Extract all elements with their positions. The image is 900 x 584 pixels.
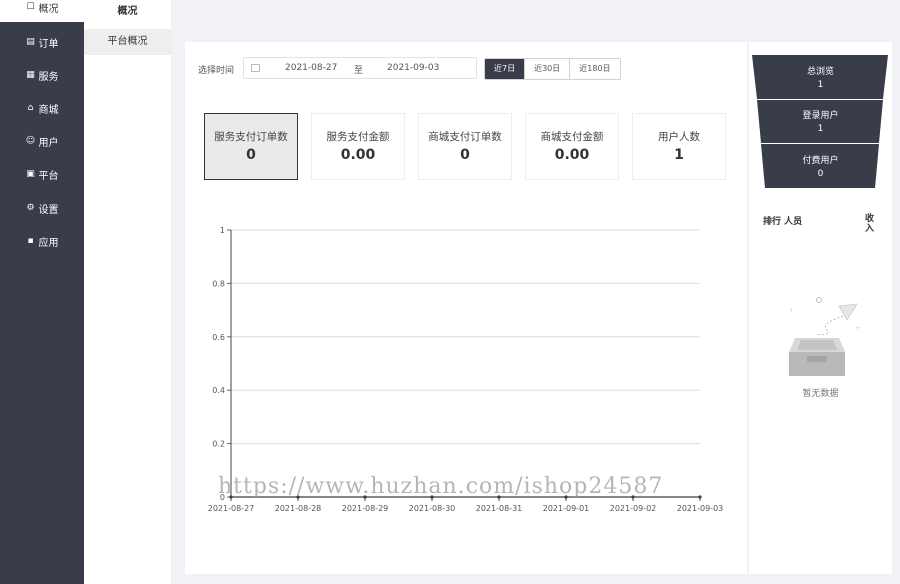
stat-card-value: 1 (674, 147, 684, 163)
sidebar-item-apps[interactable]: ▪ 应用 (0, 226, 84, 256)
sub-sidebar-title: 概况 (117, 6, 138, 17)
platform-icon: ▣ (26, 169, 35, 179)
y-tick-label: 0.4 (212, 386, 225, 395)
empty-state-text: 暂无数据 (802, 389, 839, 399)
stat-card-label: 商城支付订单数 (428, 131, 502, 143)
stat-card-shop-orders[interactable]: 商城支付订单数 0 (418, 113, 512, 180)
x-tick-label: 2021-09-01 (543, 504, 590, 513)
stat-card-label: 服务支付金额 (326, 131, 390, 143)
y-tick-label: 0.6 (212, 333, 225, 342)
funnel-value-paying: 0 (817, 169, 824, 179)
x-tick-label: 2021-08-28 (275, 504, 322, 513)
data-point (698, 495, 702, 499)
svg-text:+: + (855, 325, 860, 332)
order-icon: ▤ (26, 37, 35, 47)
user-icon: ☺ (25, 136, 36, 146)
funnel-label-views: 总浏览 (806, 67, 834, 77)
y-tick-label: 0.8 (212, 279, 225, 288)
sidebar-item-settings[interactable]: ⚙ 设置 (0, 193, 84, 223)
shop-icon: ⌂ (27, 103, 34, 113)
main-sidebar: ☐ 概况 ▤ 订单 ▦ 服务 ⌂ 商城 ☺ 用户 ▣ 平台 ⚙ 设置 ▪ 应用 (0, 0, 84, 584)
sidebar-item-label: 商城 (38, 104, 59, 116)
stat-card-shop-amount[interactable]: 商城支付金额 0.00 (525, 113, 619, 180)
calendar-icon (251, 64, 260, 72)
stat-card-label: 服务支付订单数 (214, 131, 288, 143)
x-tick-label: 2021-08-30 (409, 504, 456, 513)
y-tick-label: 0.2 (212, 440, 225, 449)
sidebar-item-label: 订单 (38, 38, 59, 50)
range-7-days-button[interactable]: 近7日 (485, 59, 525, 79)
gear-icon: ⚙ (26, 203, 35, 213)
sidebar-item-services[interactable]: ▦ 服务 (0, 60, 84, 90)
x-tick-label: 2021-09-02 (610, 504, 657, 513)
funnel-value-logins: 1 (817, 124, 824, 134)
svg-text:+: + (789, 307, 794, 314)
sub-sidebar-item-platform-overview[interactable]: 平台概况 (84, 29, 171, 55)
stat-card-service-amount[interactable]: 服务支付金额 0.00 (311, 113, 405, 180)
date-separator: 至 (354, 66, 364, 76)
sidebar-item-platform[interactable]: ▣ 平台 (0, 159, 84, 189)
stat-card-user-count[interactable]: 用户人数 1 (632, 113, 726, 180)
right-panel: 总浏览 1 登录用户 1 付费用户 0 排行 人员 收入 + + 暂无数据 (749, 42, 892, 574)
sidebar-item-users[interactable]: ☺ 用户 (0, 126, 84, 156)
chat-icon: ☐ (26, 2, 35, 12)
stat-card-value: 0 (460, 147, 470, 163)
x-tick-label: 2021-08-27 (208, 504, 255, 513)
stat-card-value: 0.00 (554, 147, 590, 163)
watermark-text: https://www.huzhan.com/ishop24587 (218, 474, 664, 499)
sidebar-item-label: 设置 (38, 204, 59, 216)
end-date[interactable]: 2021-09-03 (387, 63, 439, 73)
funnel-label-logins: 登录用户 (802, 111, 839, 121)
empty-box-icon: + + (789, 297, 860, 376)
stat-card-value: 0.00 (340, 147, 376, 163)
x-tick-label: 2021-08-29 (342, 504, 389, 513)
date-range-picker[interactable]: 2021-08-27 至 2021-09-03 (243, 57, 477, 79)
stat-card-label: 商城支付金额 (540, 131, 604, 143)
funnel-label-paying: 付费用户 (802, 156, 839, 166)
sidebar-item-overview[interactable]: ☐ 概况 (0, 0, 84, 22)
apps-icon: ▪ (27, 236, 34, 246)
sidebar-item-label: 服务 (38, 71, 59, 83)
y-tick-label: 1 (220, 226, 225, 235)
range-toggle-group: 近7日 近30日 近180日 (484, 58, 621, 80)
service-icon: ▦ (26, 70, 35, 80)
funnel-value-views: 1 (817, 80, 824, 90)
sub-sidebar: 概况 平台概况 (84, 0, 171, 584)
sidebar-item-shop[interactable]: ⌂ 商城 (0, 93, 84, 123)
sidebar-item-label: 用户 (38, 137, 59, 149)
sidebar-item-label: 平台 (38, 170, 59, 182)
ranking-income-header: 收入 (865, 214, 875, 234)
x-tick-label: 2021-09-03 (677, 504, 724, 513)
sidebar-item-orders[interactable]: ▤ 订单 (0, 27, 84, 57)
stat-card-value: 0 (246, 147, 256, 163)
range-180-days-button[interactable]: 近180日 (569, 59, 620, 79)
date-filter-label: 选择时间 (198, 66, 235, 76)
sidebar-item-label: 应用 (38, 237, 59, 249)
x-tick-label: 2021-08-31 (476, 504, 523, 513)
sidebar-item-label: 概况 (38, 3, 59, 15)
ranking-header: 排行 人员 (763, 217, 803, 227)
stat-card-service-orders[interactable]: 服务支付订单数 0 (204, 113, 298, 180)
stat-card-label: 用户人数 (658, 131, 700, 143)
range-30-days-button[interactable]: 近30日 (524, 59, 570, 79)
start-date[interactable]: 2021-08-27 (285, 63, 337, 73)
